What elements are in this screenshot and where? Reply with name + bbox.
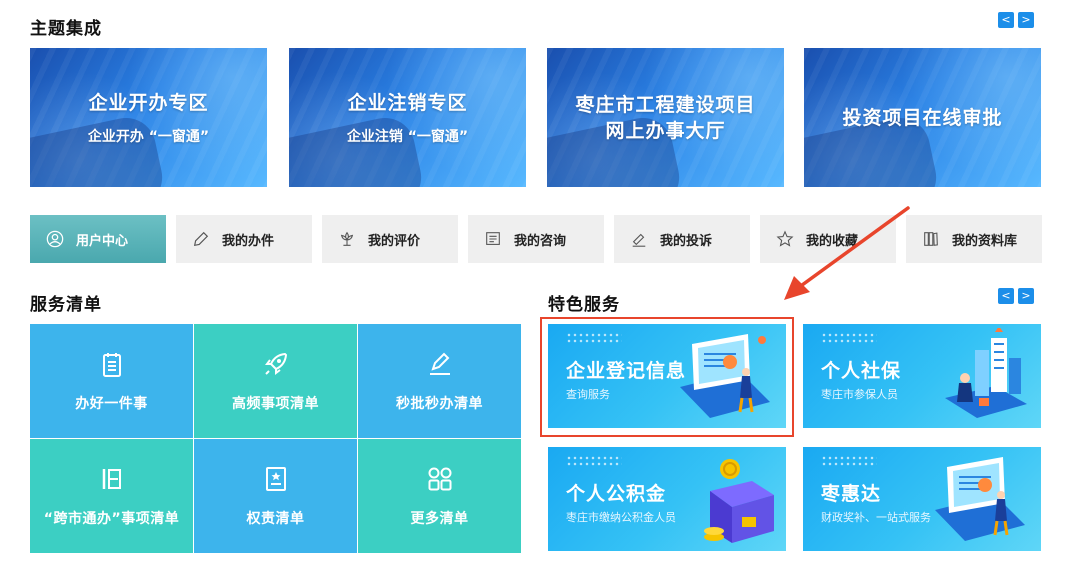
grid-icon [428,467,451,491]
tab-user-center[interactable]: 用户中心 [30,215,166,263]
list-icon [102,469,121,489]
message-icon [482,228,504,250]
tab-my-cases[interactable]: 我的办件 [176,215,312,263]
tile-more-lists[interactable]: 更多清单 [358,439,521,553]
tile-one-thing[interactable]: 办好一件事 [30,324,193,438]
flower-icon [336,228,358,250]
card-subtitle: 财政奖补、一站式服务 [821,511,931,524]
theme-section-title: 主题集成 [30,19,102,39]
banner-construction-projects[interactable]: 枣庄市工程建设项目 网上办事大厅 [547,48,784,187]
banner-title: 枣庄市工程建设项目 网上办事大厅 [575,93,756,142]
red-arrow-icon [784,206,910,300]
theme-next-button[interactable]: > [1018,12,1034,28]
tab-label: 我的办件 [222,233,275,249]
laptop-person-icon [935,457,1025,541]
clipboard-icon [102,353,121,377]
feature-prev-button[interactable]: < [998,288,1014,304]
card-title: 个人社保 [821,360,902,382]
tile-label: 办好一件事 [75,396,148,412]
card-title: 枣惠达 [821,483,882,505]
banner-subtitle: 企业注销 “一窗通” [346,128,469,145]
card-personal-housing-fund[interactable]: 个人公积金 枣庄市缴纳公积金人员 [548,447,786,551]
certificate-icon [265,467,286,491]
banner-enterprise-opening[interactable]: 企业开办专区 企业开办 “一窗通” [30,48,267,187]
tab-label: 用户中心 [76,233,129,249]
card-title: 个人公积金 [566,483,667,505]
tab-label: 我的咨询 [514,233,567,249]
tile-responsibility-list[interactable]: 权责清单 [194,439,357,553]
tile-label: 权责清单 [246,511,305,527]
tab-label: 我的投诉 [660,233,713,249]
tile-cross-city[interactable]: “跨市通办”事项清单 [30,439,193,553]
dots-decoration [821,455,877,467]
tab-my-complaints[interactable]: 我的投诉 [614,215,750,263]
library-icon [920,228,942,250]
tile-high-frequency[interactable]: 高频事项清单 [194,324,357,438]
theme-prev-button[interactable]: < [998,12,1014,28]
tab-label: 我的评价 [368,233,421,249]
complaint-icon [628,228,650,250]
feature-section-title: 特色服务 [548,295,620,315]
tile-label: 高频事项清单 [232,396,319,412]
card-personal-social-security[interactable]: 个人社保 枣庄市参保人员 [803,324,1041,428]
service-section-title: 服务清单 [30,295,102,315]
feature-nav: < > [998,288,1034,304]
rocket-icon [264,352,287,375]
building-person-icon [945,328,1027,418]
banner-enterprise-closing[interactable]: 企业注销专区 企业注销 “一窗通” [289,48,526,187]
banner-title: 企业注销专区 [347,91,468,114]
user-icon [44,228,66,250]
card-zaohuida[interactable]: 枣惠达 财政奖补、一站式服务 [803,447,1041,551]
tile-instant-approval[interactable]: 秒批秒办清单 [358,324,521,438]
tab-my-reviews[interactable]: 我的评价 [322,215,458,263]
tile-label: 更多清单 [410,511,469,527]
theme-nav: < > [998,12,1034,28]
coin-box-icon [704,459,774,543]
card-subtitle: 枣庄市缴纳公积金人员 [566,511,676,524]
banner-title: 投资项目在线审批 [842,106,1003,129]
edit-icon [429,352,450,375]
tab-my-library[interactable]: 我的资料库 [906,215,1042,263]
dots-decoration [821,332,877,344]
tab-label: 我的资料库 [952,233,1018,249]
dots-decoration [566,455,622,467]
tab-my-inquiries[interactable]: 我的咨询 [468,215,604,263]
banner-title: 企业开办专区 [88,91,209,114]
tile-label: “跨市通办”事项清单 [43,511,180,527]
banner-subtitle: 企业开办 “一窗通” [87,128,210,145]
banner-investment-approval[interactable]: 投资项目在线审批 [804,48,1041,187]
feature-next-button[interactable]: > [1018,288,1034,304]
card-subtitle: 枣庄市参保人员 [821,388,898,401]
pencil-icon [190,228,212,250]
highlight-box [540,317,794,437]
tile-label: 秒批秒办清单 [396,396,483,412]
